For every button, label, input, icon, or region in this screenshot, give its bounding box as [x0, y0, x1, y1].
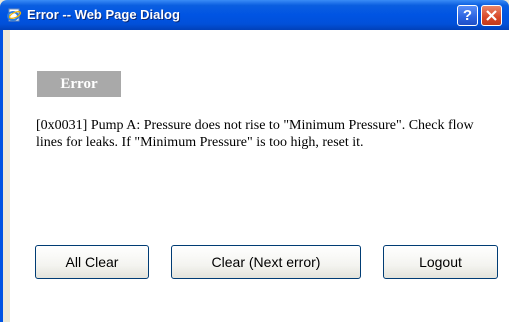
- ie-page-icon: [6, 7, 22, 23]
- dialog-window: Error -- Web Page Dialog ? Error [0x0031…: [0, 0, 509, 322]
- logout-button[interactable]: Logout: [383, 245, 498, 279]
- close-icon: [486, 10, 497, 21]
- window-title: Error -- Web Page Dialog: [27, 7, 180, 22]
- title-bar[interactable]: Error -- Web Page Dialog ?: [0, 0, 509, 30]
- window-frame-left: [0, 30, 10, 322]
- error-message: [0x0031] Pump A: Pressure does not rise …: [36, 118, 474, 150]
- help-button[interactable]: ?: [457, 5, 478, 26]
- close-button[interactable]: [481, 5, 502, 26]
- clear-next-error-button[interactable]: Clear (Next error): [171, 245, 361, 279]
- all-clear-button[interactable]: All Clear: [35, 245, 149, 279]
- error-badge: Error: [37, 71, 121, 97]
